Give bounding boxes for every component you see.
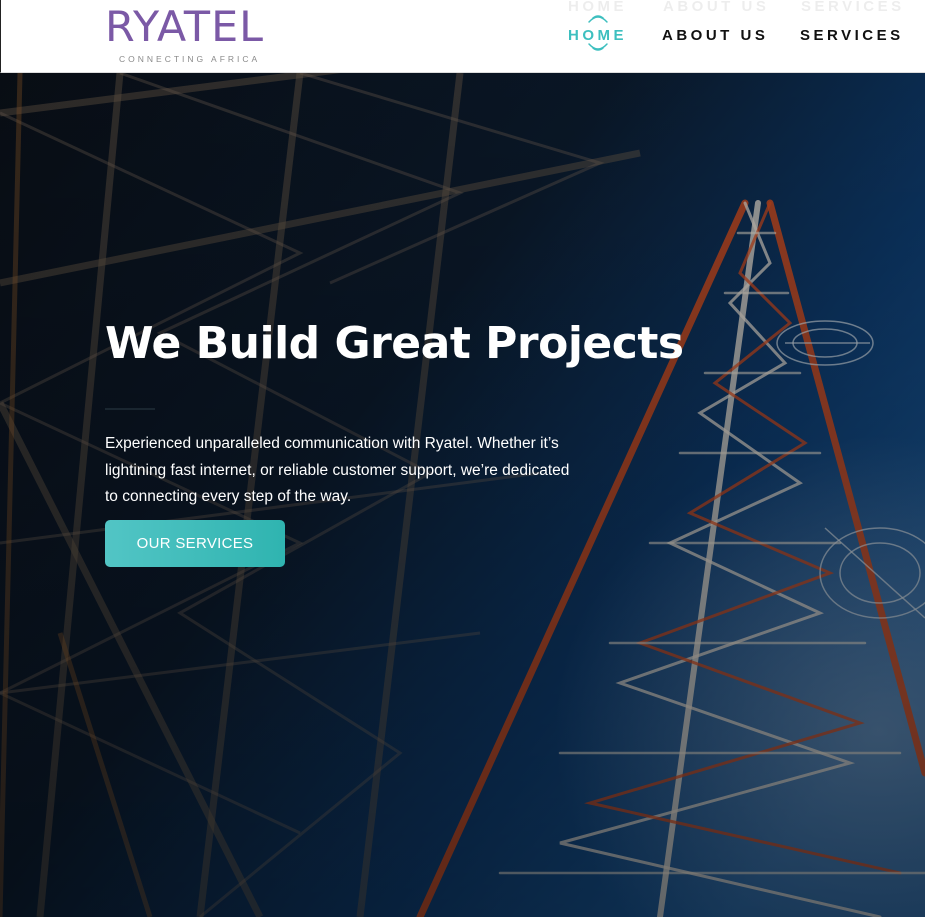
our-services-button[interactable]: OUR SERVICES (105, 520, 285, 567)
ghost-nav-services: SERVICES (801, 0, 905, 15)
hero-title: We Build Great Projects (105, 318, 684, 369)
nav-home[interactable]: HOME (568, 27, 627, 44)
brand-logo[interactable]: RYATEL CONNECTING AFRICA (105, 4, 290, 68)
nav-about-us[interactable]: ABOUT US (662, 27, 768, 44)
hero-description: Experienced unparalleled communication w… (105, 435, 570, 505)
ghost-nav-about: ABOUT US (663, 0, 770, 15)
hero-section: We Build Great Projects Experienced unpa… (0, 73, 925, 917)
nav-services[interactable]: SERVICES (800, 27, 904, 44)
hero-divider (105, 408, 155, 410)
brand-tagline: CONNECTING AFRICA (119, 54, 261, 64)
site-header: HOME ABOUT US SERVICES RYATEL CONNECTING… (0, 0, 925, 73)
brand-wordmark: RYATEL (105, 2, 265, 51)
